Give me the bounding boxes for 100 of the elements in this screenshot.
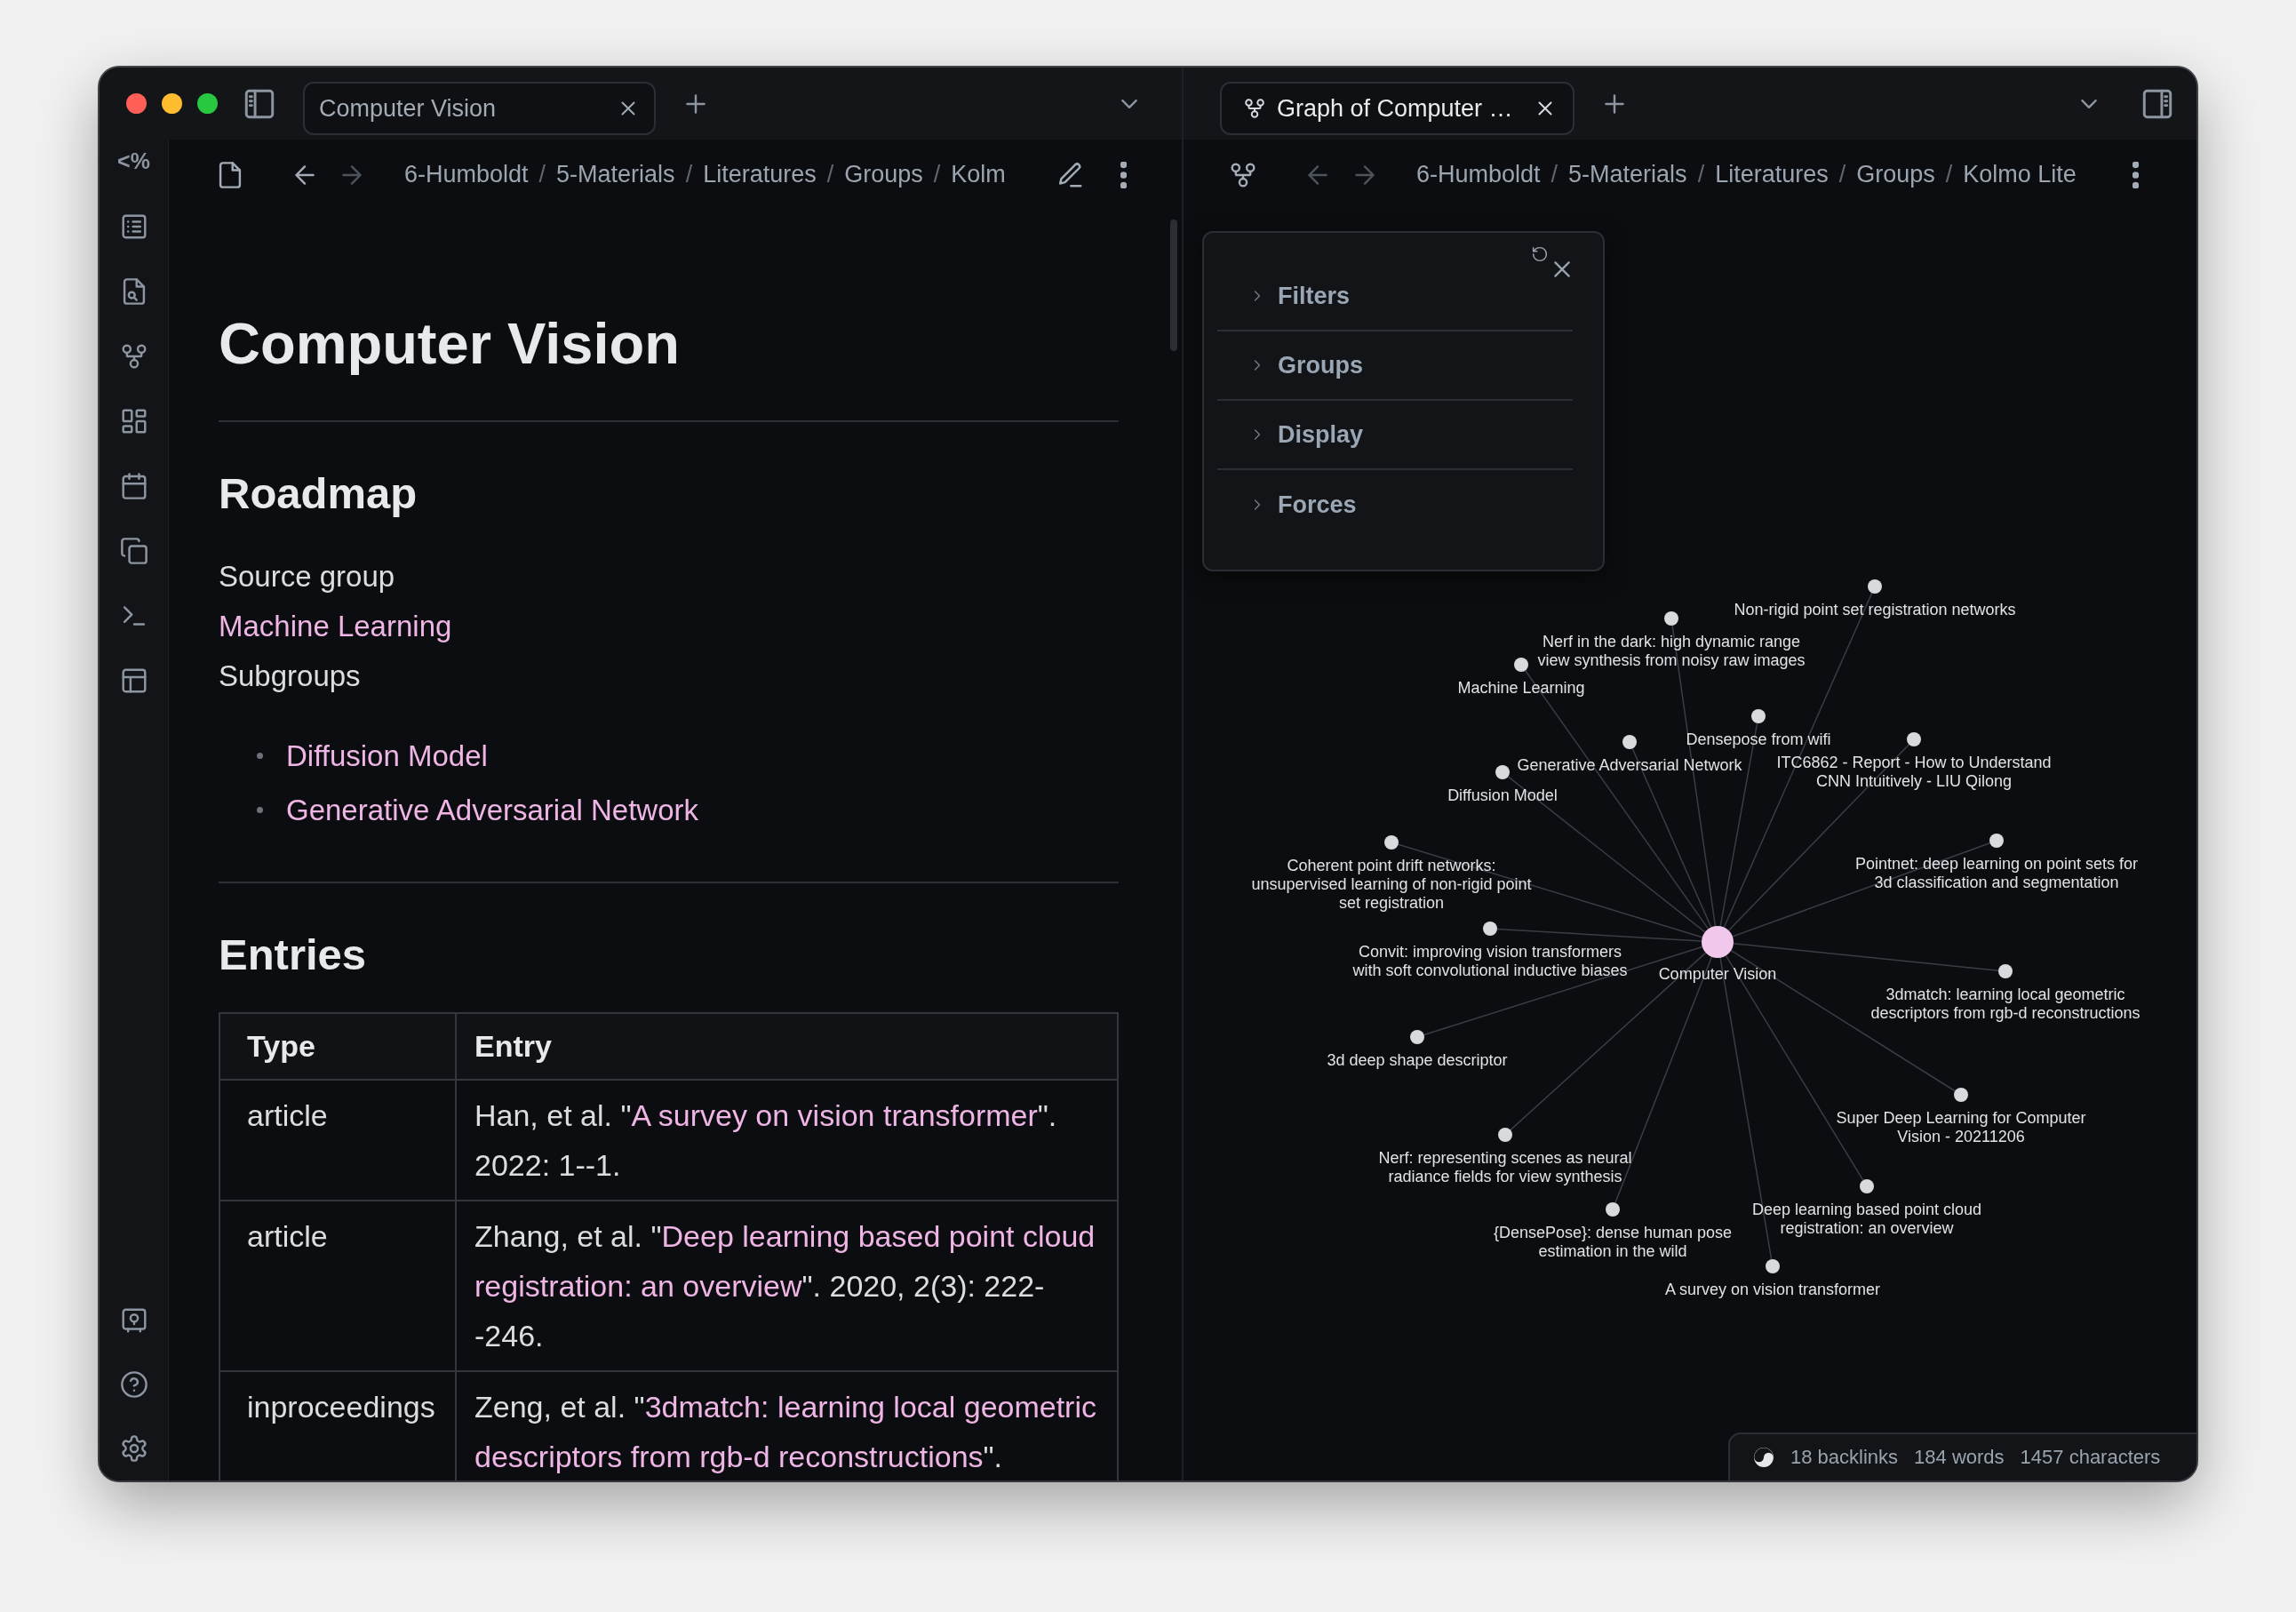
node-label: Nerf: representing scenes as neural radiance fields for view synthesis xyxy=(1378,1149,1632,1185)
breadcrumb-separator: / xyxy=(1697,161,1705,188)
breadcrumb-item[interactable]: Groups xyxy=(844,161,923,188)
graph-icon[interactable] xyxy=(1230,161,1256,188)
node-label: Super Deep Learning for Computer Vision - 20211206 xyxy=(1836,1109,2086,1145)
settings-section[interactable]: Filters xyxy=(1217,262,1573,331)
breadcrumb-item[interactable]: Kolmo Lite xyxy=(1963,161,2077,188)
scrollbar-thumb[interactable] xyxy=(1170,219,1177,351)
tab[interactable]: Graph of Computer … xyxy=(1220,82,1575,135)
internal-link[interactable]: Generative Adversarial Network xyxy=(286,783,699,837)
copy-icon[interactable] xyxy=(120,538,147,564)
settings-section[interactable]: Forces xyxy=(1217,470,1573,539)
breadcrumb-separator: / xyxy=(685,161,693,188)
more-icon[interactable] xyxy=(2133,161,2139,188)
breadcrumb-separator: / xyxy=(538,161,546,188)
graph-icon[interactable] xyxy=(1244,98,1265,119)
column-header: Entry xyxy=(456,1013,1118,1080)
graph-node[interactable] xyxy=(1860,1179,1874,1193)
table-cell: article xyxy=(219,1080,456,1201)
graph-node[interactable] xyxy=(1606,1202,1620,1217)
breadcrumb-separator: / xyxy=(1551,161,1559,188)
list-icon[interactable] xyxy=(120,213,147,240)
breadcrumb-item[interactable]: Kolm xyxy=(951,161,1006,188)
calendar-icon[interactable] xyxy=(120,473,147,499)
section-heading: Roadmap xyxy=(219,468,419,519)
breadcrumb-item[interactable]: 5-Materials xyxy=(556,161,675,188)
window-zoom-icon[interactable] xyxy=(197,93,218,114)
breadcrumb-item[interactable]: 6-Humboldt xyxy=(404,161,529,188)
pencil-icon[interactable] xyxy=(1056,161,1083,188)
graph-node[interactable] xyxy=(1766,1259,1780,1273)
entry-link[interactable]: Deep learning based point cloud xyxy=(661,1219,1096,1253)
breadcrumb-item[interactable]: Groups xyxy=(1856,161,1935,188)
graph-node[interactable] xyxy=(1495,765,1510,779)
node-label: Pointnet: deep learning on point sets for 3d classification and segmentation xyxy=(1854,855,2139,891)
window-close-icon[interactable] xyxy=(126,93,147,114)
reset-icon[interactable] xyxy=(1532,246,1548,262)
entry-link[interactable]: descriptors from rgb-d reconstructions xyxy=(474,1440,984,1473)
graph-node[interactable] xyxy=(1907,732,1921,746)
breadcrumb-item[interactable]: Literatures xyxy=(703,161,817,188)
bullet-icon xyxy=(257,807,263,813)
more-icon[interactable] xyxy=(1120,161,1127,188)
node-label: 3dmatch: learning local geometric descriptors from rgb-d reconstructions xyxy=(1870,986,2141,1022)
graph-node[interactable] xyxy=(1410,1030,1424,1044)
tab[interactable]: Computer Vision xyxy=(303,82,656,135)
node-label: Nerf in the dark: high dynamic range view synthesis from noisy raw images xyxy=(1537,633,1806,669)
graph-node[interactable] xyxy=(1998,964,2013,978)
table-cell: Zhang, et al. "Deep learning based point cloud registration: an overview". 2020, 2(3): 222--246. xyxy=(456,1201,1118,1371)
breadcrumb-separator: / xyxy=(933,161,941,188)
breadcrumb-item[interactable]: Literatures xyxy=(1715,161,1829,188)
split-circle-icon xyxy=(1753,1447,1774,1468)
node-label: {DensePose}: dense human pose estimation in the wild xyxy=(1493,1224,1733,1260)
breadcrumb-separator: / xyxy=(1945,161,1953,188)
window-minimize-icon[interactable] xyxy=(162,93,182,114)
status-text: 184 words xyxy=(1914,1446,2005,1469)
column-header: Type xyxy=(219,1013,456,1080)
internal-link[interactable]: Machine Learning xyxy=(219,610,452,642)
settings-section[interactable]: Display xyxy=(1217,401,1573,470)
node-label: Convit: improving vision transformers with soft convolutional inductive biases xyxy=(1352,943,1628,979)
graph-icon[interactable] xyxy=(120,343,147,370)
graph-node[interactable] xyxy=(1622,735,1637,749)
graph-node[interactable] xyxy=(1498,1128,1512,1142)
bullet-icon xyxy=(257,753,263,759)
node-label: Coherent point drift networks: unsupervised learning of non-rigid point set registration xyxy=(1251,857,1532,912)
settings-icon[interactable] xyxy=(120,1435,147,1462)
graph-node[interactable] xyxy=(1989,834,2004,848)
settings-section[interactable]: Groups xyxy=(1217,331,1573,401)
node-label: 3d deep shape descriptor xyxy=(1327,1051,1508,1069)
graph-node[interactable] xyxy=(1384,835,1399,850)
node-label: Non-rigid point set registration networks xyxy=(1734,601,2016,618)
graph-node[interactable] xyxy=(1954,1088,1968,1102)
breadcrumb-item[interactable]: 6-Humboldt xyxy=(1416,161,1541,188)
table-cell: inproceedings xyxy=(219,1371,456,1480)
status-text: 1457 characters xyxy=(2020,1446,2161,1469)
node-label: A survey on vision transformer xyxy=(1664,1281,1881,1298)
safe-icon[interactable] xyxy=(120,1307,147,1334)
file-icon[interactable] xyxy=(217,161,243,188)
graph-node[interactable] xyxy=(1868,579,1882,594)
sidebar-toggle-icon[interactable] xyxy=(2141,87,2173,120)
layout-icon[interactable] xyxy=(120,667,147,694)
current-note-node[interactable] xyxy=(1702,926,1734,958)
entry-link[interactable]: registration: an overview xyxy=(474,1269,802,1303)
graph-node[interactable] xyxy=(1664,611,1678,626)
graph-node[interactable] xyxy=(1751,709,1766,723)
internal-link[interactable]: Diffusion Model xyxy=(286,729,488,783)
graph-node[interactable] xyxy=(1483,922,1497,936)
breadcrumb-separator: / xyxy=(826,161,834,188)
breadcrumb-separator: / xyxy=(1838,161,1846,188)
node-label: ITC6862 - Report - How to Understand CNN Intuitively - LIU Qilong xyxy=(1776,754,2052,790)
graph-node[interactable] xyxy=(1514,658,1528,672)
code-symbol[interactable]: <% xyxy=(117,147,150,175)
entry-link[interactable]: 3dmatch: learning local geometric xyxy=(644,1390,1096,1424)
status-text: 18 backlinks xyxy=(1790,1446,1899,1469)
node-label: Deep learning based point cloud registration: an overview xyxy=(1751,1201,1982,1237)
help-icon[interactable] xyxy=(120,1371,147,1398)
breadcrumb-item[interactable]: 5-Materials xyxy=(1568,161,1687,188)
sidebar-toggle-icon[interactable] xyxy=(243,87,275,120)
node-label: Machine Learning xyxy=(1457,679,1585,697)
table-cell: article xyxy=(219,1201,456,1371)
grid-icon[interactable] xyxy=(120,408,147,435)
entry-link[interactable]: A survey on vision transformer xyxy=(631,1098,1038,1132)
